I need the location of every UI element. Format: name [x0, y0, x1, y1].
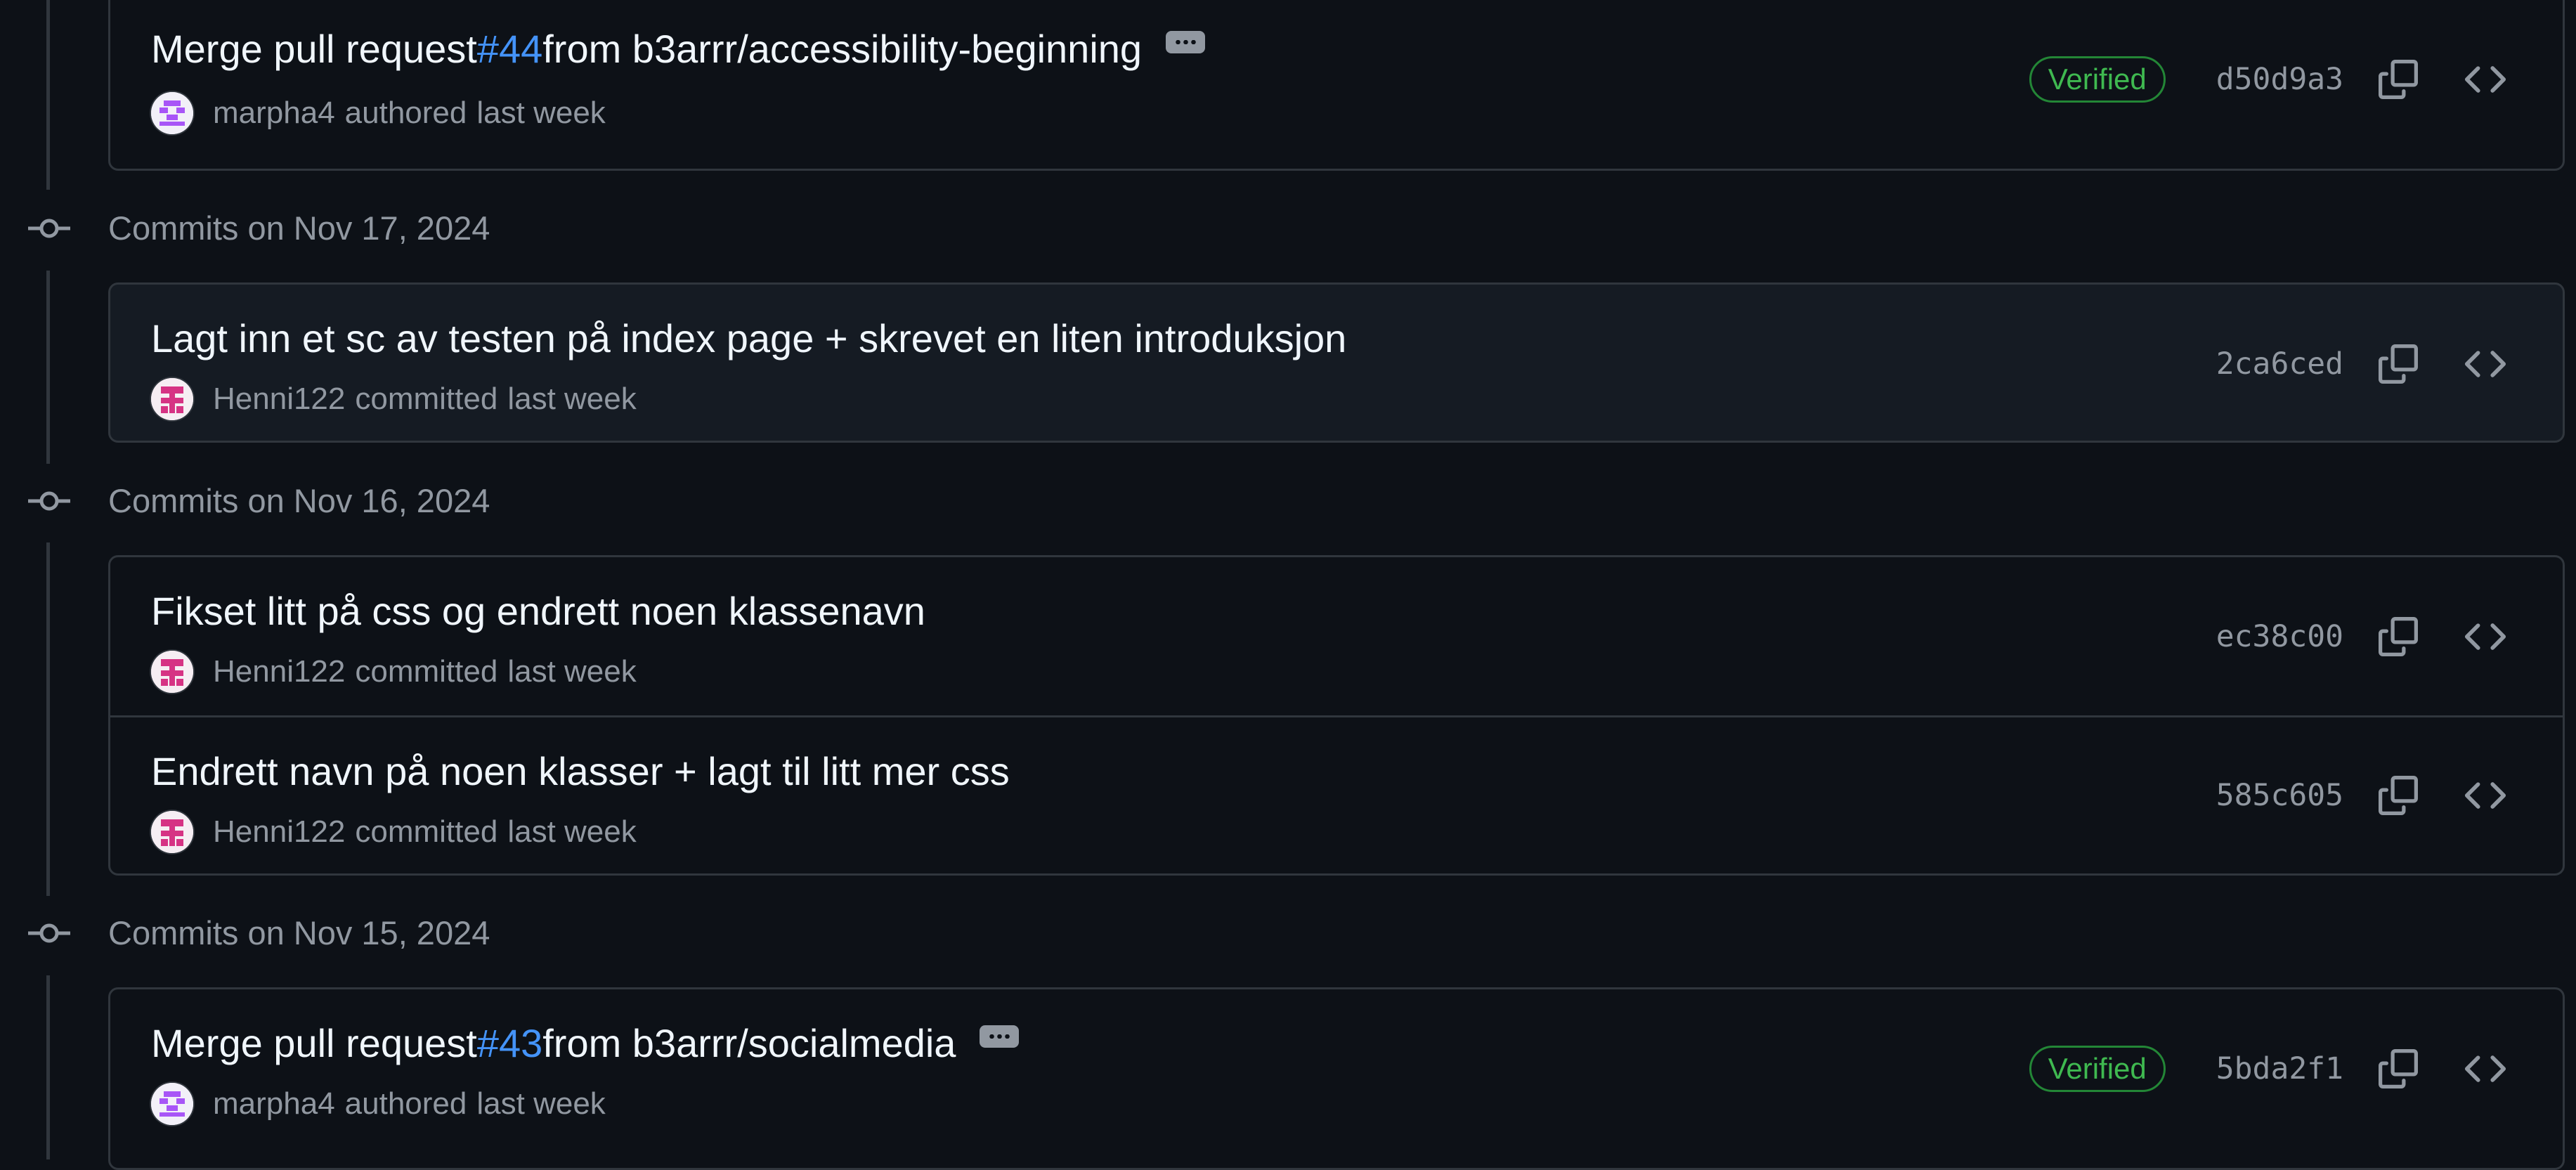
commit-actions: 2ca6ced — [2216, 285, 2506, 441]
commit-row[interactable]: Merge pull request #43 from b3arrr/socia… — [110, 989, 2563, 1148]
commit-time: last week — [507, 382, 637, 416]
avatar[interactable] — [151, 378, 193, 420]
ellipsis-icon[interactable] — [980, 1025, 1020, 1048]
author-link[interactable]: marpha4 — [213, 1086, 335, 1122]
avatar[interactable] — [151, 651, 193, 693]
copy-icon[interactable] — [2377, 58, 2419, 100]
code-icon[interactable] — [2464, 774, 2506, 817]
verified-badge[interactable]: Verified — [2029, 1045, 2166, 1092]
code-icon[interactable] — [2464, 616, 2506, 658]
commit-sha[interactable]: ec38c00 — [2216, 619, 2343, 654]
commit-action: authored — [344, 96, 467, 130]
commit-actions: Verified 5bda2f1 — [2029, 989, 2506, 1148]
commit-time: last week — [507, 654, 637, 689]
commit-time: last week — [476, 96, 606, 130]
commit-group-box: Lagt inn et sc av testen på index page +… — [108, 282, 2565, 443]
author-link[interactable]: Henni122 — [213, 814, 345, 850]
commit-time: last week — [476, 1086, 606, 1121]
verified-badge[interactable]: Verified — [2029, 56, 2166, 103]
commit-message[interactable]: Merge pull request #44 from b3arrr/acces… — [151, 26, 1206, 72]
code-icon[interactable] — [2464, 58, 2506, 100]
commit-action: committed — [355, 654, 498, 689]
commit-message-text[interactable]: Merge pull request — [151, 26, 477, 72]
avatar[interactable] — [151, 92, 193, 134]
author-link[interactable]: Henni122 — [213, 654, 345, 689]
pull-request-link[interactable]: #43 — [477, 1020, 542, 1066]
timeline-rail — [46, 271, 50, 464]
commit-message[interactable]: Fikset litt på css og endrett noen klass… — [151, 588, 925, 634]
pull-request-link[interactable]: #44 — [477, 26, 542, 72]
avatar[interactable] — [151, 1083, 193, 1125]
commit-action: committed — [355, 382, 498, 416]
commit-actions: ec38c00 — [2216, 557, 2506, 715]
git-commit-icon — [28, 219, 70, 238]
commit-group-box: Merge pull request #43 from b3arrr/socia… — [108, 987, 2565, 1170]
code-icon[interactable] — [2464, 343, 2506, 385]
commit-time: last week — [507, 814, 637, 849]
commit-row[interactable]: Endrett navn på noen klasser + lagt til … — [110, 715, 2563, 873]
avatar[interactable] — [151, 811, 193, 853]
commit-row[interactable]: Lagt inn et sc av testen på index page +… — [110, 285, 2563, 441]
commit-action: authored — [344, 1086, 467, 1121]
commit-message-text[interactable]: from b3arrr/accessibility-beginning — [542, 26, 1142, 72]
commit-sha[interactable]: 585c605 — [2216, 778, 2343, 813]
ellipsis-icon[interactable] — [1166, 30, 1206, 53]
commit-message[interactable]: Merge pull request #43 from b3arrr/socia… — [151, 1020, 1020, 1066]
copy-icon[interactable] — [2377, 1048, 2419, 1090]
commit-sha[interactable]: d50d9a3 — [2216, 62, 2343, 97]
commit-actions: Verified d50d9a3 — [2029, 0, 2506, 169]
commit-message[interactable]: Lagt inn et sc av testen på index page +… — [151, 316, 1346, 361]
commit-meta: marpha4 authored last week — [151, 1083, 606, 1125]
commit-row[interactable]: Merge pull request #44 from b3arrr/acces… — [110, 0, 2563, 169]
commit-group-title: Commits on Nov 15, 2024 — [108, 914, 490, 951]
author-link[interactable]: Henni122 — [213, 382, 345, 417]
commit-message[interactable]: Endrett navn på noen klasser + lagt til … — [151, 748, 1010, 794]
commit-group-title: Commits on Nov 17, 2024 — [108, 209, 490, 247]
timeline-rail — [46, 0, 50, 190]
commit-actions: 585c605 — [2216, 717, 2506, 873]
code-icon[interactable] — [2464, 1048, 2506, 1090]
timeline-rail — [46, 975, 50, 1159]
commit-meta: Henni122 committed last week — [151, 811, 637, 853]
copy-icon[interactable] — [2377, 616, 2419, 658]
git-commit-icon — [28, 491, 70, 511]
commit-message-text[interactable]: Merge pull request — [151, 1020, 477, 1066]
author-link[interactable]: marpha4 — [213, 96, 335, 131]
commit-sha[interactable]: 2ca6ced — [2216, 346, 2343, 382]
commit-row[interactable]: Fikset litt på css og endrett noen klass… — [110, 557, 2563, 715]
commit-meta: Henni122 committed last week — [151, 378, 637, 420]
commit-group-box: Fikset litt på css og endrett noen klass… — [108, 555, 2565, 876]
git-commit-icon — [28, 923, 70, 943]
commit-action: committed — [355, 814, 498, 849]
commit-group-box: Merge pull request #44 from b3arrr/acces… — [108, 0, 2565, 171]
timeline-rail — [46, 542, 50, 896]
copy-icon[interactable] — [2377, 774, 2419, 817]
commit-meta: Henni122 committed last week — [151, 651, 637, 693]
commit-message-text[interactable]: from b3arrr/socialmedia — [542, 1020, 956, 1066]
commit-sha[interactable]: 5bda2f1 — [2216, 1051, 2343, 1086]
commit-meta: marpha4 authored last week — [151, 92, 606, 134]
commit-group-title: Commits on Nov 16, 2024 — [108, 482, 490, 519]
copy-icon[interactable] — [2377, 343, 2419, 385]
